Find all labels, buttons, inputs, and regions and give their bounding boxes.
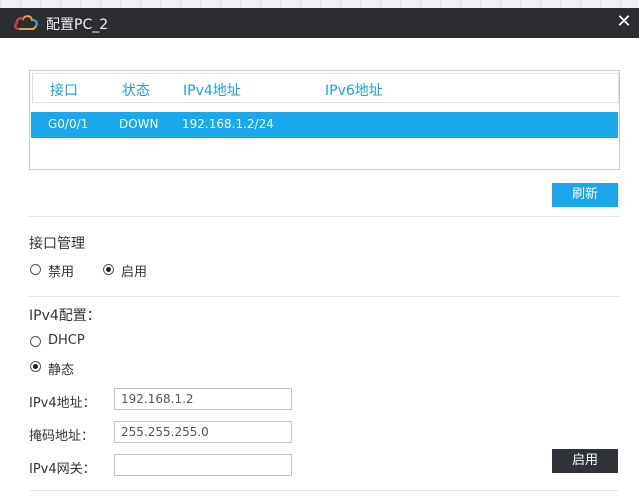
cell-status: DOWN (119, 117, 159, 131)
radio-dhcp-label: DHCP (48, 333, 85, 348)
table-row[interactable]: G0/0/1 DOWN 192.168.1.2/24 (31, 112, 618, 138)
divider (29, 490, 619, 491)
subnet-mask-label: 掩码地址： (29, 429, 95, 444)
ipv4-gateway-label: IPv4网关： (29, 462, 96, 477)
radio-static[interactable] (30, 361, 41, 372)
table-header: 接口 状态 IPv4地址 IPv6地址 (32, 73, 619, 103)
subnet-mask-input[interactable]: 255.255.255.0 (114, 421, 292, 443)
col-header-ipv6: IPv6地址 (325, 83, 383, 99)
radio-dhcp[interactable] (30, 336, 41, 347)
col-header-status: 状态 (122, 83, 150, 99)
background-canvas (0, 0, 639, 8)
refresh-button[interactable]: 刷新 (552, 183, 618, 207)
ipv4-address-input[interactable]: 192.168.1.2 (114, 388, 292, 410)
ipv4-config-title: IPv4配置： (29, 308, 101, 324)
ipv4-address-label: IPv4地址： (29, 396, 96, 411)
divider (29, 216, 619, 217)
radio-static-label: 静态 (48, 363, 75, 378)
col-header-interface: 接口 (50, 83, 78, 99)
cloud-icon (14, 15, 38, 30)
radio-enable-label: 启用 (121, 265, 148, 280)
interface-table: 接口 状态 IPv4地址 IPv6地址 G0/0/1 DOWN 192.168.… (29, 70, 620, 170)
ipv4-gateway-input[interactable] (114, 454, 292, 476)
col-header-ipv4: IPv4地址 (183, 83, 241, 99)
cell-interface: G0/0/1 (48, 117, 89, 131)
radio-disable-label: 禁用 (48, 265, 75, 280)
close-icon[interactable]: ✕ (613, 11, 635, 33)
radio-enable[interactable] (103, 264, 114, 275)
window-title: 配置PC_2 (46, 17, 109, 33)
interface-mgmt-title: 接口管理 (29, 236, 85, 252)
cell-ipv4: 192.168.1.2/24 (182, 117, 274, 131)
radio-disable[interactable] (30, 264, 41, 275)
divider (29, 296, 619, 297)
apply-button[interactable]: 启用 (552, 449, 618, 473)
window-titlebar: 配置PC_2 ✕ (0, 8, 639, 38)
